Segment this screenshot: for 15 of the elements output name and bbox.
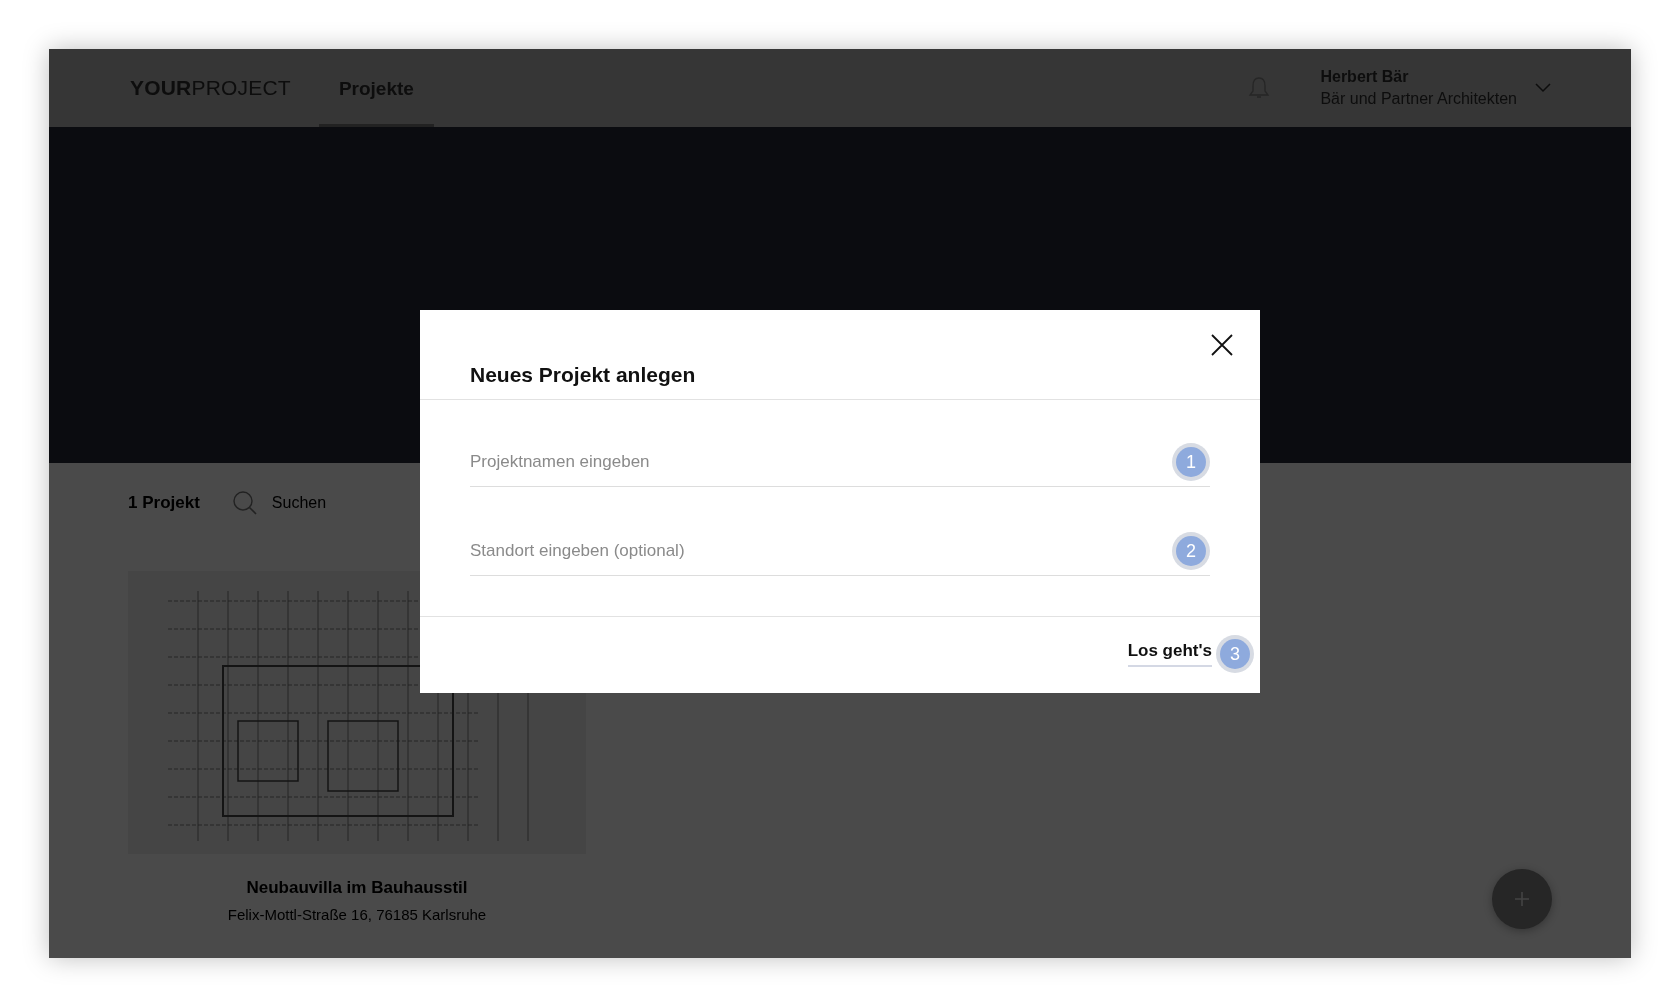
step-number: 2 <box>1176 536 1206 566</box>
dialog-title: Neues Projekt anlegen <box>470 363 697 387</box>
project-name[interactable]: Neubauvilla im Bauhausstil <box>246 878 468 898</box>
plus-icon <box>1513 890 1531 908</box>
project-count: 1 Projekt <box>128 493 200 513</box>
search-icon <box>231 490 258 516</box>
add-button[interactable] <box>1492 869 1552 929</box>
step-number: 1 <box>1176 447 1206 477</box>
submit-link[interactable]: Los geht's <box>1127 641 1212 667</box>
project-address: Felix-Mottl-Straße 16, 76185 Karlsruhe <box>227 906 487 923</box>
input-field[interactable]: Projektnamen eingeben <box>470 452 1176 472</box>
search-field[interactable]: Suchen <box>271 494 412 512</box>
input-field[interactable]: Standort eingeben (optional) <box>470 541 1176 561</box>
step-number: 3 <box>1220 639 1250 669</box>
chevron-down-icon[interactable] <box>1535 83 1551 93</box>
